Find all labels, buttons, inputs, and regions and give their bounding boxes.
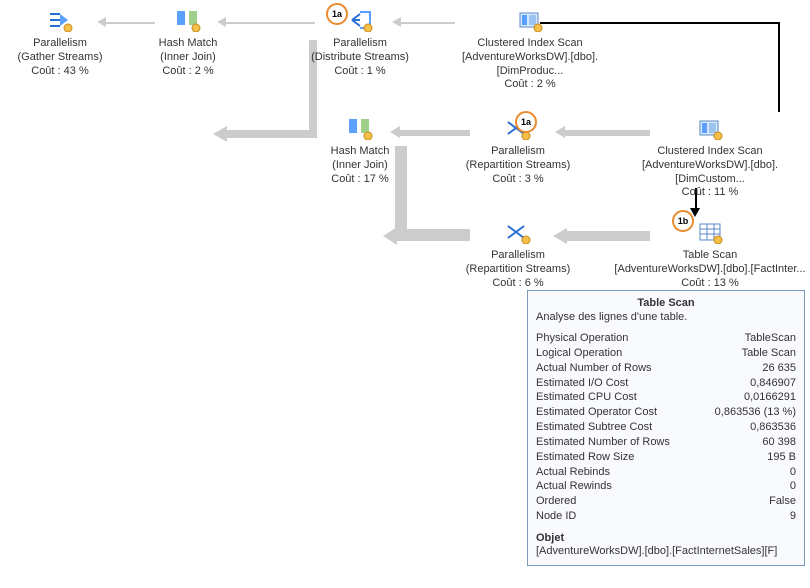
tooltip-row: Estimated Operator Cost 0,863536 (13 %) [536, 405, 796, 420]
op-title: Hash Match [108, 37, 268, 51]
op-clustered-index-scan-customer[interactable]: Clustered Index Scan [AdventureWorksDW].… [610, 116, 810, 200]
tooltip-row: Actual Rewinds 0 [536, 479, 796, 494]
tooltip-row: Actual Rebinds 0 [536, 465, 796, 480]
op-cost: Coût : 1 % [280, 65, 440, 79]
tooltip-row-key: Actual Number of Rows [536, 361, 652, 376]
tooltip-row-value: Table Scan [742, 346, 796, 361]
tooltip-row-key: Logical Operation [536, 346, 622, 361]
hash-match-icon [174, 8, 202, 32]
connector-black-v [778, 22, 780, 112]
parallelism-icon [504, 220, 532, 244]
tooltip-row-key: Estimated Operator Cost [536, 405, 657, 420]
badge-1a-top: 1a [326, 3, 348, 25]
tooltip-row-value: False [769, 494, 796, 509]
tooltip-row-key: Estimated Row Size [536, 450, 634, 465]
hash-match-icon [346, 116, 374, 140]
op-cost: Coût : 11 % [610, 186, 810, 200]
tooltip-row-value: 0 [790, 465, 796, 480]
op-sub: (Repartition Streams) [438, 263, 598, 277]
op-parallelism-repartition-2[interactable]: Parallelism (Repartition Streams) Coût :… [438, 220, 598, 290]
op-title: Parallelism [438, 145, 598, 159]
tooltip-table-scan: Table Scan Analyse des lignes d'une tabl… [527, 290, 805, 566]
badge-1a-mid: 1a [515, 111, 537, 133]
op-hash-match-2[interactable]: Hash Match (Inner Join) Coût : 17 % [280, 116, 440, 186]
op-clustered-index-scan-product[interactable]: Clustered Index Scan [AdventureWorksDW].… [430, 8, 630, 92]
tooltip-row-value: TableScan [745, 331, 796, 346]
op-sub: [AdventureWorksDW].[dbo].[DimProduc... [430, 51, 630, 79]
tooltip-rows: Physical OperationTableScanLogical Opera… [536, 331, 796, 524]
op-cost: Coût : 2 % [430, 78, 630, 92]
tooltip-row: Estimated Number of Rows 60 398 [536, 435, 796, 450]
clustered-index-scan-icon [696, 116, 724, 140]
op-title: Parallelism [280, 37, 440, 51]
tooltip-row-key: Actual Rebinds [536, 465, 610, 480]
tooltip-row-key: Actual Rewinds [536, 479, 612, 494]
tooltip-row-key: Physical Operation [536, 331, 628, 346]
op-title: Hash Match [280, 145, 440, 159]
op-sub: [AdventureWorksDW].[dbo].[DimCustom... [610, 159, 810, 187]
op-hash-match-1[interactable]: Hash Match (Inner Join) Coût : 2 % [108, 8, 268, 78]
tooltip-row-key: Node ID [536, 509, 576, 524]
parallelism-icon [346, 8, 374, 32]
tooltip-row-value: 0,846907 [750, 376, 796, 391]
tooltip-row-value: 9 [790, 509, 796, 524]
tooltip-row: Actual Number of Rows 26 635 [536, 361, 796, 376]
tooltip-row-key: Ordered [536, 494, 576, 509]
op-title: Clustered Index Scan [430, 37, 630, 51]
op-parallelism-distribute[interactable]: Parallelism (Distribute Streams) Coût : … [280, 8, 440, 78]
tooltip-object-label: Objet [536, 532, 796, 544]
arrow-head [213, 126, 227, 142]
op-title: Clustered Index Scan [610, 145, 810, 159]
arrow-head [383, 227, 397, 245]
tooltip-desc: Analyse des lignes d'une table. [536, 311, 796, 323]
op-table-scan[interactable]: Table Scan [AdventureWorksDW].[dbo].[Fac… [610, 220, 810, 290]
tooltip-row-value: 0,863536 [750, 420, 796, 435]
tooltip-row: Estimated CPU Cost 0,0166291 [536, 390, 796, 405]
tooltip-row: Estimated Row Size 195 B [536, 450, 796, 465]
op-sub: (Repartition Streams) [438, 159, 598, 173]
tooltip-row-key: Estimated CPU Cost [536, 390, 637, 405]
tooltip-row-key: Estimated I/O Cost [536, 376, 628, 391]
tooltip-row-value: 26 635 [762, 361, 796, 376]
tooltip-row: Estimated I/O Cost 0,846907 [536, 376, 796, 391]
tooltip-row-value: 0 [790, 479, 796, 494]
tooltip-row: Ordered False [536, 494, 796, 509]
op-cost: Coût : 2 % [108, 65, 268, 79]
op-cost: Coût : 13 % [610, 277, 810, 291]
tooltip-row: Logical Operation Table Scan [536, 346, 796, 361]
op-cost: Coût : 17 % [280, 173, 440, 187]
tooltip-row-value: 195 B [767, 450, 796, 465]
tooltip-row-value: 60 398 [762, 435, 796, 450]
op-sub: [AdventureWorksDW].[dbo].[FactInter... [610, 263, 810, 277]
tooltip-row-value: 0,863536 (13 %) [715, 405, 796, 420]
op-sub: (Inner Join) [280, 159, 440, 173]
tooltip-row-key: Estimated Number of Rows [536, 435, 670, 450]
op-cost: Coût : 6 % [438, 277, 598, 291]
clustered-index-scan-icon [516, 8, 544, 32]
tooltip-title: Table Scan [536, 297, 796, 309]
op-title: Parallelism [438, 249, 598, 263]
table-scan-icon [696, 220, 724, 244]
op-sub: (Inner Join) [108, 51, 268, 65]
op-title: Table Scan [610, 249, 810, 263]
tooltip-row: Node ID 9 [536, 509, 796, 524]
tooltip-row: Estimated Subtree Cost 0,863536 [536, 420, 796, 435]
badge-1b: 1b [672, 210, 694, 232]
tooltip-row-key: Estimated Subtree Cost [536, 420, 652, 435]
op-cost: Coût : 3 % [438, 173, 598, 187]
tooltip-row: Physical Operation TableScan [536, 331, 796, 346]
tooltip-row-value: 0,0166291 [744, 390, 796, 405]
op-sub: (Distribute Streams) [280, 51, 440, 65]
tooltip-object-value: [AdventureWorksDW].[dbo].[FactInternetSa… [536, 545, 796, 557]
parallelism-icon [46, 8, 74, 32]
